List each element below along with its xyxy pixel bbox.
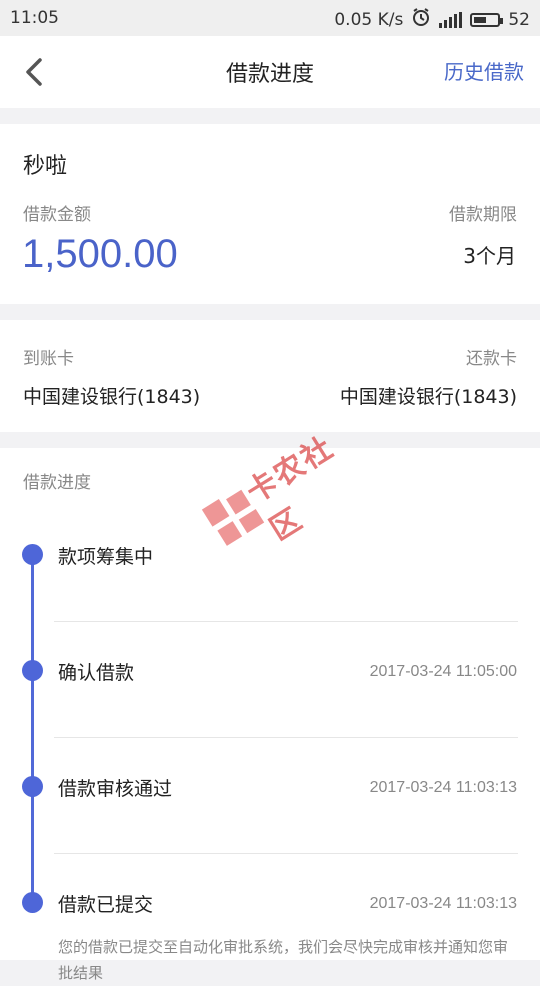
status-bar: 11:05 0.05 K/s 52 xyxy=(0,0,540,36)
step-label: 借款已提交 xyxy=(58,894,154,916)
term-label: 借款期限 xyxy=(449,205,517,225)
status-icons: 0.05 K/s 52 xyxy=(334,7,530,32)
step-time: 2017-03-24 11:03:13 xyxy=(369,779,517,796)
network-speed: 0.05 K/s xyxy=(334,9,404,30)
receive-card-label: 到账卡 xyxy=(23,349,74,369)
divider xyxy=(54,737,518,738)
status-time: 11:05 xyxy=(10,8,59,28)
alarm-icon xyxy=(411,7,431,32)
step-label: 款项筹集中 xyxy=(58,546,154,568)
loan-summary-card: 秒啦 借款金额 借款期限 1,500.00 3个月 xyxy=(0,124,540,304)
step-label: 确认借款 xyxy=(58,662,135,684)
bank-cards-card: 到账卡 还款卡 中国建设银行(1843) 中国建设银行(1843) xyxy=(0,320,540,432)
repay-bank: 中国建设银行(1843) xyxy=(339,386,517,408)
timeline-line xyxy=(31,554,34,904)
history-loans-link[interactable]: 历史借款 xyxy=(444,56,524,85)
step-label: 借款审核通过 xyxy=(58,778,173,800)
loan-progress-card: 借款进度 款项筹集中 确认借款 2017-03-24 11:05:00 借款审核… xyxy=(0,448,540,982)
battery-level: 52 xyxy=(508,9,530,30)
step-description: 您的借款已提交至自动化审批系统，我们会尽快完成审核并通知您审批结果 xyxy=(58,938,509,982)
battery-icon xyxy=(470,12,504,27)
divider xyxy=(54,621,518,622)
step-time: 2017-03-24 11:03:13 xyxy=(369,895,517,912)
timeline-dot xyxy=(22,892,43,913)
step-time: 2017-03-24 11:05:00 xyxy=(369,663,517,680)
loan-amount: 1,500.00 xyxy=(22,232,178,276)
progress-section-label: 借款进度 xyxy=(23,473,91,493)
receive-bank: 中国建设银行(1843) xyxy=(23,386,201,408)
signal-icon xyxy=(439,11,463,28)
loan-term: 3个月 xyxy=(463,244,516,268)
product-name: 秒啦 xyxy=(23,154,68,179)
nav-bar: 借款进度 历史借款 xyxy=(0,36,540,108)
timeline-dot xyxy=(22,660,43,681)
divider xyxy=(54,853,518,854)
timeline-dot xyxy=(22,776,43,797)
repay-card-label: 还款卡 xyxy=(466,349,517,369)
timeline-dot xyxy=(22,544,43,565)
amount-label: 借款金额 xyxy=(23,205,91,225)
